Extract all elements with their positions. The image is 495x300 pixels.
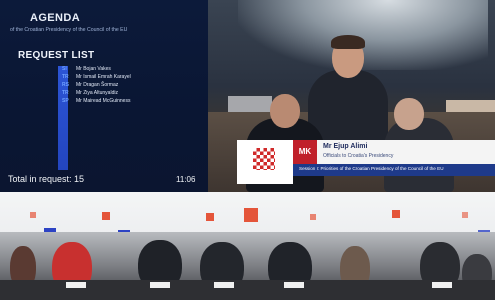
nameplate	[214, 282, 234, 288]
agenda-subtitle: of the Croatian Presidency of the Counci…	[10, 27, 128, 33]
delegate-head	[394, 98, 424, 130]
led-square	[462, 212, 468, 218]
led-square	[206, 213, 214, 221]
request-list: SI Mr Bojan Vakes TR Mr Ismail Emrah Kar…	[62, 66, 202, 106]
speaker-name: Mr Dragan Šormaz	[76, 82, 119, 88]
presidency-logo	[237, 140, 293, 184]
speaker-hair	[331, 35, 365, 49]
led-square	[30, 212, 36, 218]
request-list-item: TR Mr Ismail Emrah Karayel	[62, 74, 202, 82]
speaker-caption: MK Mr Ejup Alimi Officials to Croatia's …	[237, 140, 495, 184]
led-square	[392, 210, 400, 218]
nameplate	[432, 282, 452, 288]
country-code: TR	[62, 74, 69, 80]
nameplate	[284, 282, 304, 288]
total-in-request: Total in request: 15	[8, 174, 85, 184]
country-code: TR	[62, 90, 69, 96]
croatian-checkerboard-icon	[253, 148, 275, 170]
nameplate	[150, 282, 170, 288]
request-list-title: REQUEST LIST	[18, 50, 95, 61]
nameplate	[66, 282, 86, 288]
speaker-name: Mr Ismail Emrah Karayel	[76, 74, 131, 80]
caption-speaker-name: Mr Ejup Alimi	[323, 143, 368, 150]
caption-speaker-role: Officials to Croatia's Presidency	[323, 153, 394, 159]
caption-country-code: MK	[293, 140, 317, 164]
request-list-item: TR Mr Ziya Altunyaldiz	[62, 90, 202, 98]
clock: 11:06	[176, 175, 196, 184]
request-list-item: SP Mr Mairead McGuinness	[62, 98, 202, 106]
country-code: SI	[62, 66, 67, 72]
speaker-name: Mr Bojan Vakes	[76, 66, 111, 72]
speaker-name: Mr Ziya Altunyaldiz	[76, 90, 118, 96]
caption-name-box: Mr Ejup Alimi Officials to Croatia's Pre…	[317, 140, 495, 164]
agenda-title: AGENDA	[30, 12, 81, 24]
request-list-item: SI Mr Bojan Vakes	[62, 66, 202, 74]
video-wall: AGENDA of the Croatian Presidency of the…	[0, 0, 495, 192]
agenda-panel: AGENDA of the Croatian Presidency of the…	[0, 0, 208, 192]
request-list-item: RS Mr Dragan Šormaz	[62, 82, 202, 90]
led-square	[102, 212, 110, 220]
caption-session-bar: Session I: Priorities of the Croatian Pr…	[293, 164, 495, 176]
country-code: SP	[62, 98, 69, 104]
country-code: RS	[62, 82, 69, 88]
caption-session-text: Session I: Priorities of the Croatian Pr…	[299, 166, 444, 171]
led-square	[244, 208, 258, 222]
delegate-head	[270, 94, 300, 128]
speaker-name: Mr Mairead McGuinness	[76, 98, 131, 104]
led-square	[310, 214, 316, 220]
